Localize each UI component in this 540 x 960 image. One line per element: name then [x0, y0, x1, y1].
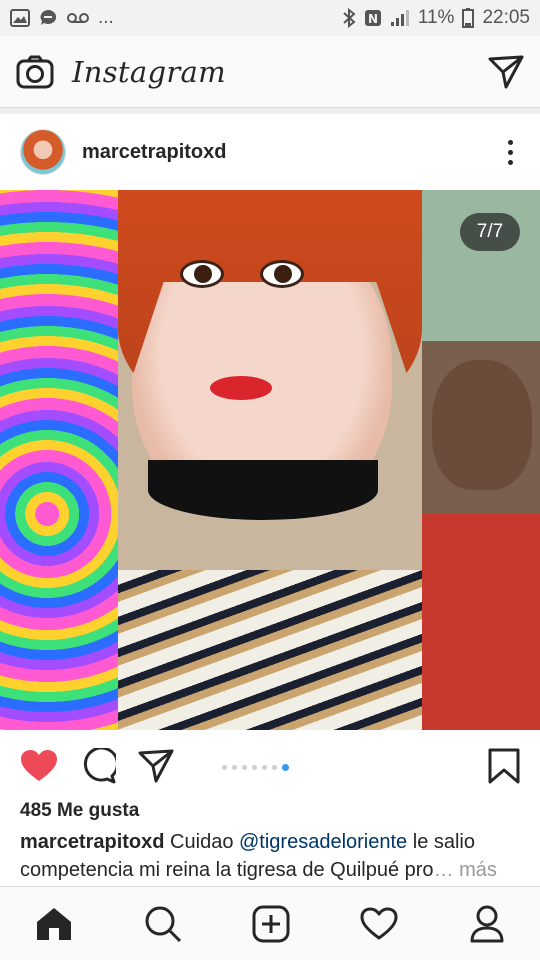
post-header: marcetrapitoxd [0, 114, 540, 190]
post-actions [0, 730, 540, 802]
carousel-counter: 7/7 [460, 213, 520, 251]
status-overflow: ... [98, 7, 114, 28]
collage-right-panel [422, 190, 540, 730]
share-icon[interactable] [138, 749, 174, 783]
status-time: 22:05 [482, 7, 530, 28]
more-options-icon[interactable] [500, 139, 520, 165]
battery-icon [462, 8, 475, 28]
top-app-bar: Instagram [0, 36, 540, 108]
collage-left-panel [0, 190, 118, 730]
add-post-icon[interactable] [252, 905, 290, 943]
portrait-eye-right [260, 260, 304, 288]
carousel-dot [232, 765, 237, 770]
svg-text:N: N [368, 12, 378, 26]
status-bar: ... N 11% 22:05 [0, 0, 540, 36]
alien-figure [432, 360, 532, 490]
signal-icon [390, 9, 410, 27]
likes-count[interactable]: 485 Me gusta [20, 800, 139, 822]
gallery-icon [10, 9, 30, 27]
direct-message-icon[interactable] [488, 55, 524, 89]
carousel-indicator [222, 764, 289, 771]
profile-icon[interactable] [469, 905, 505, 943]
activity-heart-icon[interactable] [360, 907, 398, 941]
zebra-print-dress [118, 570, 422, 730]
caption-text: Cuidao [164, 831, 239, 853]
comment-icon[interactable] [80, 748, 116, 784]
camera-icon[interactable] [16, 55, 54, 89]
like-heart-icon[interactable] [20, 749, 58, 783]
post-caption: marcetrapitoxd Cuidao @tigresadeloriente… [20, 828, 520, 884]
search-icon[interactable] [144, 905, 182, 943]
home-icon[interactable] [35, 906, 73, 942]
caption-username[interactable]: marcetrapitoxd [20, 831, 165, 853]
portrait-fur-collar [148, 460, 378, 520]
bluetooth-icon [342, 8, 356, 28]
message-icon [38, 8, 58, 28]
app-logo: Instagram [72, 54, 226, 89]
carousel-dot [222, 765, 227, 770]
carousel-dot-active [282, 764, 289, 771]
battery-percent: 11% [417, 7, 455, 28]
post-username[interactable]: marcetrapitoxd [82, 141, 227, 164]
caption-ellipsis: … [433, 859, 460, 881]
voicemail-icon [66, 11, 90, 25]
collage-center-panel [118, 190, 422, 730]
post-image[interactable] [0, 190, 540, 730]
nfc-icon: N [364, 9, 382, 27]
carousel-dot [242, 765, 247, 770]
portrait-eye-left [180, 260, 224, 288]
bookmark-icon[interactable] [488, 748, 520, 784]
carousel-dot [272, 765, 277, 770]
carousel-dot [252, 765, 257, 770]
bottom-nav [0, 886, 540, 960]
avatar[interactable] [20, 129, 66, 175]
caption-mention[interactable]: @tigresadeloriente [239, 831, 407, 853]
carousel-dot [262, 765, 267, 770]
portrait-lips [210, 376, 272, 400]
caption-more-link[interactable]: más [459, 859, 497, 881]
